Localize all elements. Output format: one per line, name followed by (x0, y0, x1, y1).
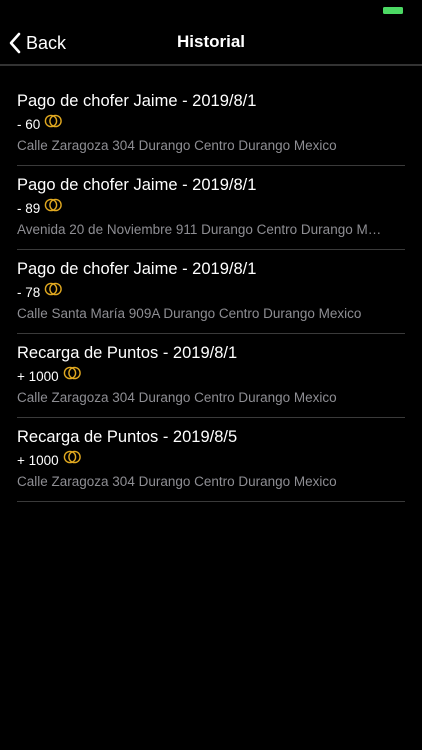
transaction-title: Recarga de Puntos - 2019/8/5 (17, 428, 238, 446)
transaction-title: Pago de chofer Jaime - 2019/8/1 (17, 176, 257, 194)
transaction-address: Calle Zaragoza 304 Durango Centro Durang… (17, 390, 337, 405)
transaction-address: Calle Zaragoza 304 Durango Centro Durang… (17, 138, 337, 153)
coin-icon (63, 366, 81, 380)
coin-icon (44, 198, 63, 212)
status-bar (0, 0, 422, 20)
battery-icon (383, 7, 403, 14)
transaction-amount-row: + 1000 (17, 450, 405, 470)
transaction-address: Calle Zaragoza 304 Durango Centro Durang… (17, 474, 337, 489)
transaction-address: Calle Santa María 909A Durango Centro Du… (17, 306, 362, 321)
transaction-amount: + 1000 (17, 368, 59, 384)
page-title: Historial (176, 32, 246, 51)
transaction-amount: - 78 (17, 284, 41, 300)
transaction-amount: + 1000 (17, 452, 59, 468)
navigation-bar: Back Historial (0, 20, 422, 66)
list-item[interactable]: Pago de chofer Jaime - 2019/8/1 - 78 Cal… (17, 250, 405, 334)
coin-icon (63, 450, 81, 464)
transaction-amount: - 89 (17, 200, 41, 216)
transaction-amount: - 60 (17, 116, 41, 132)
list-item[interactable]: Recarga de Puntos - 2019/8/1 + 1000 Call… (17, 334, 405, 418)
transaction-list: Pago de chofer Jaime - 2019/8/1 - 60 Cal… (17, 82, 405, 502)
transaction-amount-row: - 60 (17, 114, 405, 134)
list-item[interactable]: Pago de chofer Jaime - 2019/8/1 - 60 Cal… (17, 82, 405, 166)
transaction-title: Recarga de Puntos - 2019/8/1 (17, 344, 238, 362)
transaction-amount-row: - 89 (17, 198, 405, 218)
transaction-title: Pago de chofer Jaime - 2019/8/1 (17, 260, 257, 278)
transaction-amount-row: + 1000 (17, 366, 405, 386)
transaction-title: Pago de chofer Jaime - 2019/8/1 (17, 92, 257, 110)
coin-icon (44, 114, 63, 128)
list-item[interactable]: Recarga de Puntos - 2019/8/5 + 1000 Call… (17, 418, 405, 502)
transaction-address: Avenida 20 de Noviembre 911 Durango Cent… (17, 222, 387, 237)
transaction-amount-row: - 78 (17, 282, 405, 302)
list-item[interactable]: Pago de chofer Jaime - 2019/8/1 - 89 Ave… (17, 166, 405, 250)
coin-icon (44, 282, 63, 296)
